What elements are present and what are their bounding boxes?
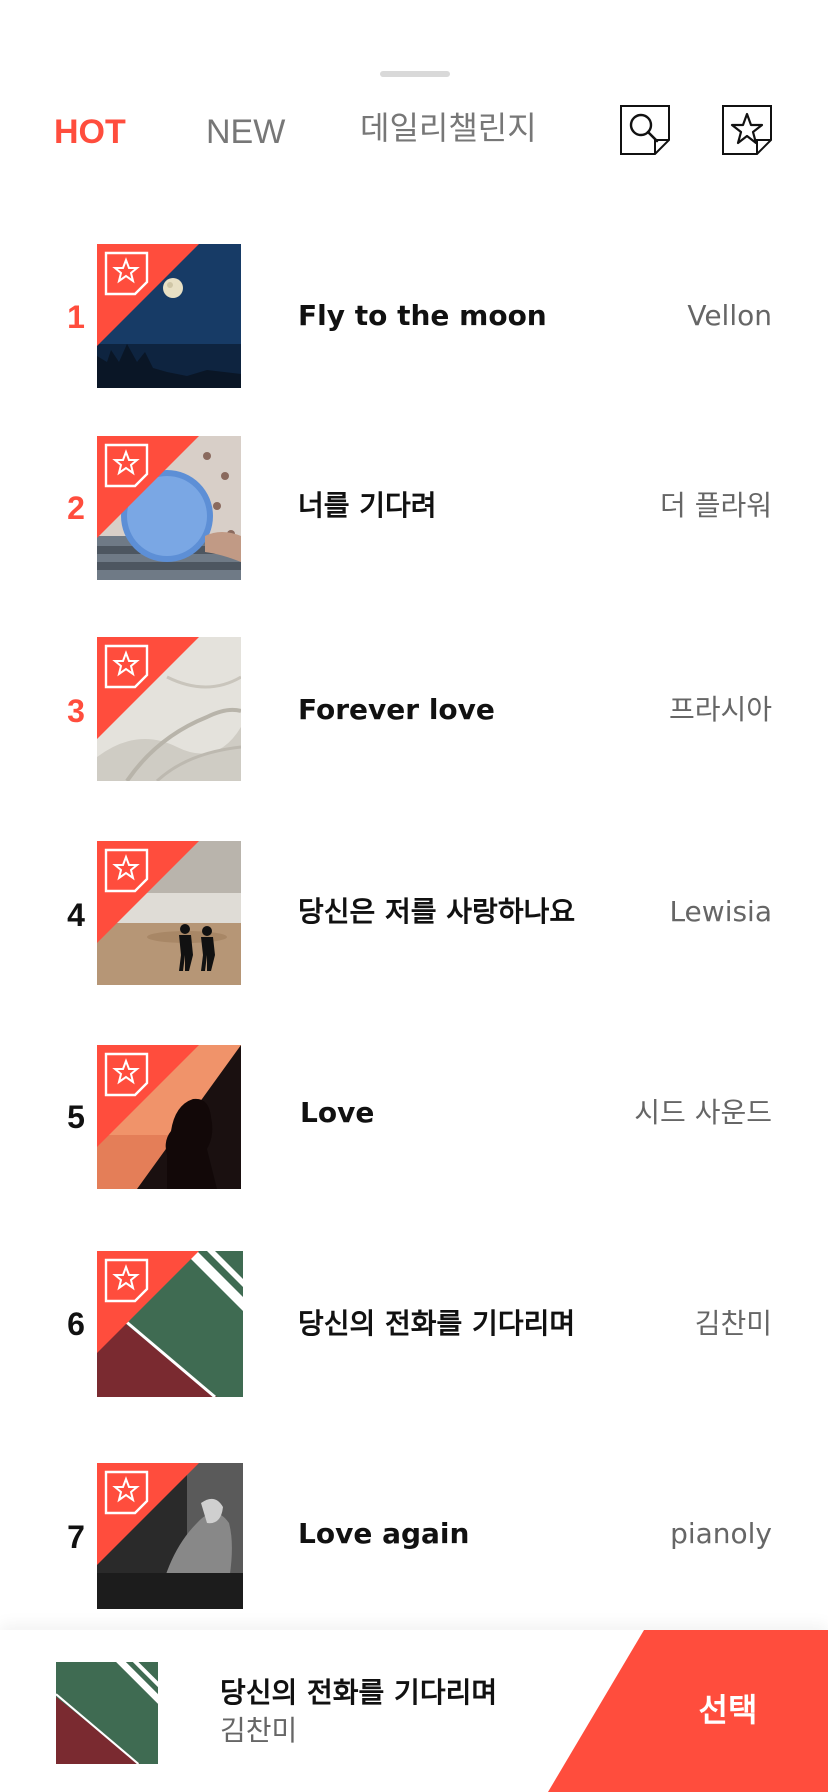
song-rank: 6 [67, 1306, 85, 1342]
song-row[interactable]: 6 당신의 전화를 기다리며 김찬미 [0, 1250, 828, 1400]
search-button[interactable] [619, 104, 671, 156]
song-rank: 2 [67, 490, 85, 526]
song-title: Forever love [298, 693, 495, 726]
album-art [97, 1463, 243, 1609]
album-art [97, 244, 241, 388]
selected-song-artist: 김찬미 [220, 1714, 298, 1747]
album-art [97, 637, 241, 781]
song-title: Fly to the moon [298, 299, 547, 332]
select-button[interactable]: 선택 [548, 1630, 828, 1792]
song-row[interactable]: 7 Love again pianoly [0, 1461, 828, 1611]
song-row[interactable]: 1 Fly to the moon Vellon [0, 241, 828, 391]
tab-daily-challenge[interactable]: 데일리챌린지 [360, 108, 537, 148]
search-icon [620, 105, 670, 155]
song-artist: 김찬미 [694, 1307, 772, 1340]
song-title: Love [300, 1096, 375, 1129]
album-art [97, 1045, 241, 1189]
song-title: 당신의 전화를 기다리며 [298, 1307, 576, 1340]
song-artist: pianoly [670, 1517, 772, 1550]
selected-song-title: 당신의 전화를 기다리며 [220, 1676, 498, 1709]
tab-hot[interactable]: HOT [54, 112, 126, 152]
album-art [97, 841, 241, 985]
sheet-drag-handle[interactable] [380, 71, 450, 77]
song-artist: Lewisia [669, 895, 772, 928]
song-rank: 5 [67, 1099, 85, 1135]
song-rank: 1 [67, 299, 85, 335]
song-picker-sheet: HOT NEW 데일리챌린지 1 Fly to the moon Vellon … [0, 0, 828, 1792]
song-artist: 시드 사운드 [634, 1096, 772, 1129]
song-title: 당신은 저를 사랑하나요 [298, 895, 576, 928]
select-button-label: 선택 [698, 1691, 758, 1729]
song-row[interactable]: 2 너를 기다려 더 플라워 [0, 436, 828, 586]
song-row[interactable]: 3 Forever love 프라시아 [0, 637, 828, 787]
song-rank: 7 [67, 1519, 85, 1555]
song-title: Love again [298, 1517, 470, 1550]
song-rank: 3 [67, 693, 85, 729]
song-artist: Vellon [687, 299, 772, 332]
star-tag-icon [722, 105, 772, 155]
song-artist: 프라시아 [668, 693, 772, 726]
album-art [97, 1251, 243, 1397]
song-rank: 4 [67, 897, 85, 933]
tab-bar: HOT NEW 데일리챌린지 [0, 100, 828, 170]
song-title: 너를 기다려 [298, 489, 437, 522]
song-artist: 더 플라워 [660, 489, 772, 522]
selected-song-bar: 당신의 전화를 기다리며 김찬미 선택 [0, 1630, 828, 1792]
favorites-button[interactable] [721, 104, 773, 156]
tab-new[interactable]: NEW [206, 112, 285, 152]
song-row[interactable]: 5 Love 시드 사운드 [0, 1043, 828, 1193]
album-art [97, 436, 241, 580]
song-row[interactable]: 4 당신은 저를 사랑하나요 Lewisia [0, 840, 828, 990]
selected-album-art [56, 1662, 158, 1764]
